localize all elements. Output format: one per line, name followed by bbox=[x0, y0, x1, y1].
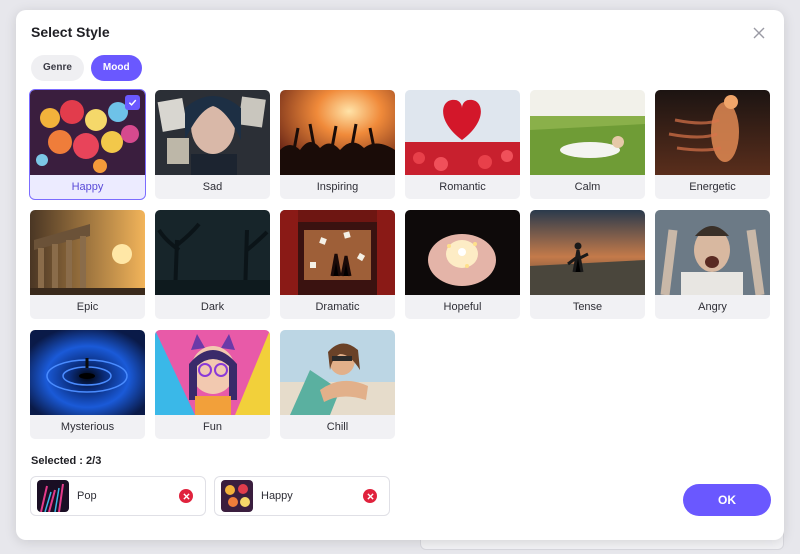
style-card-tense[interactable]: Tense bbox=[530, 210, 645, 319]
style-label: Hopeful bbox=[443, 301, 482, 313]
style-card-sad[interactable]: Sad bbox=[155, 90, 270, 199]
style-card-dramatic[interactable]: Dramatic bbox=[280, 210, 395, 319]
style-label: Angry bbox=[698, 301, 727, 313]
tense-thumbnail bbox=[530, 210, 645, 295]
pop-thumbnail bbox=[37, 480, 69, 512]
ok-button[interactable]: OK bbox=[683, 484, 771, 516]
style-card-energetic[interactable]: Energetic bbox=[655, 90, 770, 199]
hopeful-thumbnail bbox=[405, 210, 520, 295]
inspiring-thumbnail bbox=[280, 90, 395, 175]
style-label: Chill bbox=[326, 421, 349, 433]
mysterious-thumbnail bbox=[30, 330, 145, 415]
calm-thumbnail bbox=[530, 90, 645, 175]
style-card-hopeful[interactable]: Hopeful bbox=[405, 210, 520, 319]
style-card-calm[interactable]: Calm bbox=[530, 90, 645, 199]
epic-thumbnail bbox=[30, 210, 145, 295]
chill-thumbnail bbox=[280, 330, 395, 415]
tab-genre[interactable]: Genre bbox=[31, 55, 84, 81]
angry-thumbnail bbox=[655, 210, 770, 295]
style-card-happy[interactable]: Happy bbox=[29, 89, 146, 200]
check-icon bbox=[125, 95, 140, 110]
style-label: Dramatic bbox=[315, 301, 360, 313]
style-card-mysterious[interactable]: Mysterious bbox=[30, 330, 145, 439]
selected-count: Selected : 2/3 bbox=[31, 455, 102, 467]
chip-label: Happy bbox=[261, 490, 293, 502]
style-label: Romantic bbox=[439, 181, 486, 193]
style-card-inspiring[interactable]: Inspiring bbox=[280, 90, 395, 199]
energetic-thumbnail bbox=[655, 90, 770, 175]
dark-thumbnail bbox=[155, 210, 270, 295]
style-label: Tense bbox=[572, 301, 603, 313]
fun-thumbnail bbox=[155, 330, 270, 415]
style-grid: Happy Sad Inspiring Romantic Calm Energe… bbox=[29, 89, 770, 439]
style-card-chill[interactable]: Chill bbox=[280, 330, 395, 439]
remove-icon[interactable] bbox=[363, 489, 377, 503]
style-label: Fun bbox=[203, 421, 222, 433]
happy-chip-thumbnail bbox=[221, 480, 253, 512]
romantic-thumbnail bbox=[405, 90, 520, 175]
style-card-angry[interactable]: Angry bbox=[655, 210, 770, 319]
style-card-dark[interactable]: Dark bbox=[155, 210, 270, 319]
style-label: Energetic bbox=[689, 181, 736, 193]
style-label: Epic bbox=[76, 301, 99, 313]
close-icon[interactable] bbox=[750, 24, 768, 42]
remove-icon[interactable] bbox=[179, 489, 193, 503]
selected-chips: Pop Happy bbox=[30, 476, 390, 516]
chip-label: Pop bbox=[77, 490, 97, 502]
style-card-epic[interactable]: Epic bbox=[30, 210, 145, 319]
selected-chip-happy: Happy bbox=[214, 476, 390, 516]
sad-thumbnail bbox=[155, 90, 270, 175]
selected-chip-pop: Pop bbox=[30, 476, 206, 516]
style-card-fun[interactable]: Fun bbox=[155, 330, 270, 439]
style-card-romantic[interactable]: Romantic bbox=[405, 90, 520, 199]
dramatic-thumbnail bbox=[280, 210, 395, 295]
style-tabs: Genre Mood bbox=[31, 55, 142, 81]
style-label: Sad bbox=[202, 181, 223, 193]
style-label: Calm bbox=[574, 181, 601, 193]
dialog-title: Select Style bbox=[31, 24, 110, 40]
select-style-dialog: Select Style Genre Mood Happy Sad Inspir… bbox=[16, 10, 784, 540]
style-label: Inspiring bbox=[316, 181, 359, 193]
style-label: Dark bbox=[200, 301, 225, 313]
style-label: Happy bbox=[71, 181, 104, 193]
style-label: Mysterious bbox=[60, 421, 115, 433]
tab-mood[interactable]: Mood bbox=[90, 55, 142, 81]
